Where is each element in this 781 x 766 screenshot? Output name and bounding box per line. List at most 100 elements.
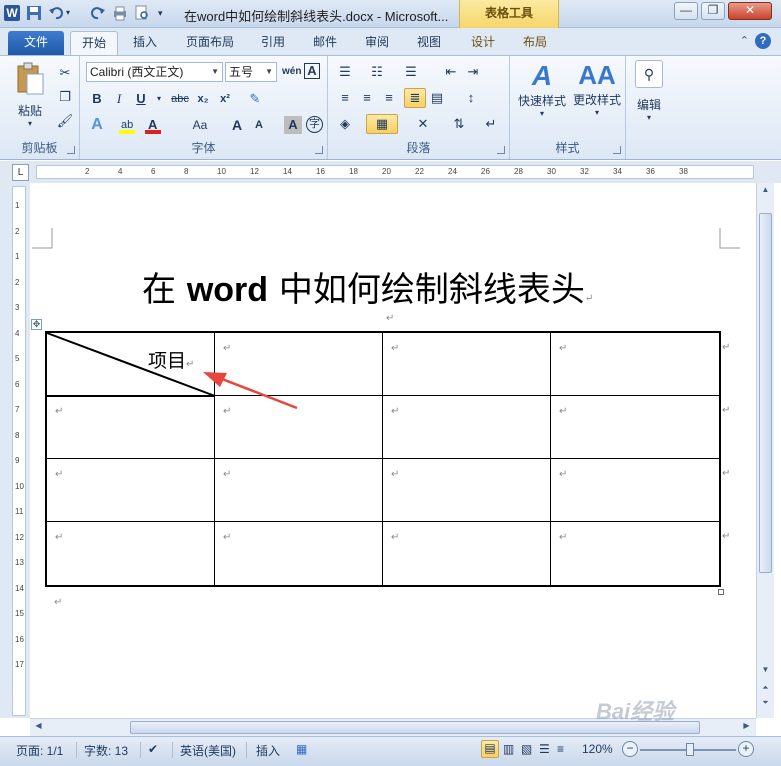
horizontal-ruler[interactable]: 2 4 6 8 10 12 14 16 18 20 22 24 26 28 30 32 34 36 38 <box>36 165 754 179</box>
undo-icon[interactable] <box>48 5 64 21</box>
table-cell[interactable]: ↵ <box>215 522 383 585</box>
paragraph-launcher-icon[interactable] <box>497 146 505 154</box>
char-border-icon[interactable]: A <box>304 63 320 79</box>
minimize-ribbon-icon[interactable]: ⌃ <box>740 34 749 47</box>
web-layout-icon[interactable]: ▧ <box>521 742 532 756</box>
tab-page-layout[interactable]: 页面布局 <box>178 31 242 55</box>
change-case-icon[interactable]: Aa <box>188 116 212 134</box>
table-move-handle-icon[interactable]: ✥ <box>31 319 42 330</box>
page-count[interactable]: 页面: 1/1 <box>16 742 63 759</box>
increase-indent-icon[interactable]: ⇥ <box>464 63 482 81</box>
table-cell[interactable]: ↵ <box>551 333 721 396</box>
next-page-icon[interactable]: ⏷ <box>759 698 772 712</box>
tab-layout[interactable]: 布局 <box>514 31 556 55</box>
format-painter-icon[interactable]: 🖌 <box>56 112 74 130</box>
outline-view-icon[interactable]: ☰ <box>539 742 550 756</box>
enclose-chars-icon[interactable]: 字 <box>306 116 323 133</box>
print-icon[interactable] <box>112 5 128 21</box>
bold-icon[interactable]: B <box>88 90 106 108</box>
vertical-scroll-thumb[interactable] <box>759 213 772 573</box>
align-left-icon[interactable]: ≡ <box>336 89 354 107</box>
macro-record-icon[interactable]: ▦ <box>296 742 307 756</box>
phonetic-guide-icon[interactable]: wén <box>282 63 301 81</box>
table-cell[interactable]: ↵ <box>383 333 551 396</box>
numbering-icon[interactable]: ☷ <box>368 63 386 81</box>
table-cell[interactable]: ↵ <box>551 396 721 459</box>
zoom-in-icon[interactable]: + <box>738 741 754 757</box>
subscript-icon[interactable]: x₂ <box>194 90 212 108</box>
print-layout-view-icon[interactable]: ▤ <box>481 740 499 758</box>
underline-icon[interactable]: U <box>132 90 150 108</box>
previous-page-icon[interactable]: ⏶ <box>759 683 772 697</box>
zoom-slider-thumb[interactable] <box>686 743 694 756</box>
underline-dropdown-icon[interactable]: ▾ <box>150 90 168 108</box>
table-cell[interactable]: ↵ <box>215 459 383 522</box>
minimize-icon[interactable]: — <box>674 2 698 20</box>
clipboard-launcher-icon[interactable] <box>67 146 75 154</box>
full-screen-reading-icon[interactable]: ▥ <box>503 742 514 756</box>
change-styles-button[interactable]: AA 更改样式 ▾ <box>570 60 624 132</box>
cut-icon[interactable]: ✂ <box>56 64 74 82</box>
zoom-out-icon[interactable]: − <box>622 741 638 757</box>
line-spacing-icon[interactable]: ↕ <box>462 89 480 107</box>
customize-qat-icon[interactable]: ▾ <box>158 5 168 21</box>
align-center-icon[interactable]: ≡ <box>358 89 376 107</box>
font-name-combo[interactable]: Calibri (西文正文) ▼ <box>86 62 223 82</box>
paste-button[interactable]: 粘贴 ▾ <box>10 62 50 132</box>
highlight-color-icon[interactable]: ab <box>118 116 136 134</box>
font-launcher-icon[interactable] <box>315 146 323 154</box>
tab-insert[interactable]: 插入 <box>124 31 166 55</box>
table-resize-handle[interactable] <box>718 589 724 595</box>
styles-launcher-icon[interactable] <box>613 146 621 154</box>
shrink-font-icon[interactable]: A <box>250 116 268 134</box>
tab-review[interactable]: 审阅 <box>356 31 398 55</box>
font-color-icon[interactable]: A <box>144 116 162 134</box>
superscript-icon[interactable]: x² <box>216 90 234 108</box>
show-marks-icon[interactable]: ↵ <box>482 115 500 133</box>
scroll-up-icon[interactable]: ▲ <box>759 185 772 199</box>
clear-formatting-icon[interactable]: ✎ <box>246 90 264 108</box>
language-indicator[interactable]: 英语(美国) <box>180 742 236 759</box>
tab-references[interactable]: 引用 <box>252 31 294 55</box>
word-count[interactable]: 字数: 13 <box>84 742 128 759</box>
decrease-indent-icon[interactable]: ⇤ <box>442 63 460 81</box>
undo-dropdown-icon[interactable]: ▾ <box>66 5 76 21</box>
tab-mailings[interactable]: 邮件 <box>304 31 346 55</box>
char-shading-icon[interactable]: A <box>284 116 302 134</box>
help-icon[interactable]: ? <box>755 33 771 49</box>
zoom-level[interactable]: 120% <box>582 742 613 756</box>
table-cell[interactable]: ↵ <box>47 459 215 522</box>
shading-icon[interactable]: ◈ <box>336 115 354 133</box>
distributed-icon[interactable]: ▤ <box>428 89 446 107</box>
insert-mode-indicator[interactable]: 插入 <box>256 742 280 759</box>
copy-icon[interactable]: ❐ <box>56 88 74 106</box>
chinese-layout-icon[interactable]: ✕ <box>414 115 432 133</box>
align-right-icon[interactable]: ≡ <box>380 89 398 107</box>
borders-icon[interactable]: ▦ <box>366 114 398 134</box>
tab-file[interactable]: 文件 <box>8 31 64 55</box>
word-logo-icon[interactable]: W <box>4 5 20 21</box>
multilevel-list-icon[interactable]: ☰ <box>402 63 420 81</box>
scroll-left-icon[interactable]: ◀ <box>32 721 45 735</box>
table-cell[interactable]: ↵ <box>47 522 215 585</box>
vertical-ruler[interactable]: 1 2 1 2 3 4 5 6 7 8 9 10 11 12 13 14 15 16 17 <box>12 186 26 716</box>
tab-home[interactable]: 开始 <box>70 31 118 55</box>
text-effects-icon[interactable]: A <box>88 116 106 134</box>
draft-view-icon[interactable]: ≡ <box>557 742 564 756</box>
font-size-combo[interactable]: 五号 ▼ <box>225 62 277 82</box>
save-icon[interactable] <box>26 5 42 21</box>
italic-icon[interactable]: I <box>110 90 128 108</box>
strikethrough-icon[interactable]: abc <box>168 90 192 108</box>
sort-icon[interactable]: ⇅ <box>450 115 468 133</box>
close-icon[interactable]: ✕ <box>728 2 772 20</box>
table-cell[interactable]: ↵ <box>551 522 721 585</box>
restore-icon[interactable]: ❐ <box>701 2 725 20</box>
proofing-icon[interactable]: ✔ <box>148 742 158 756</box>
quick-styles-button[interactable]: A 快速样式 ▾ <box>514 60 570 132</box>
tab-selector-icon[interactable]: L <box>12 164 29 181</box>
redo-icon[interactable] <box>90 5 106 21</box>
print-preview-icon[interactable] <box>134 5 150 21</box>
scroll-right-icon[interactable]: ▶ <box>740 721 753 735</box>
table-cell[interactable]: ↵ <box>383 459 551 522</box>
scroll-down-icon[interactable]: ▼ <box>759 665 772 679</box>
